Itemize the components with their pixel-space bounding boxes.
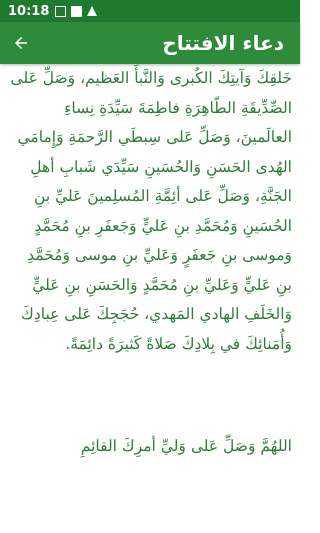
back-button[interactable] (10, 32, 32, 54)
prayer-text-content[interactable]: خَلقِكَ وَآيتِكَ الكُبرى وَالنَّبأَ العَ… (0, 64, 300, 533)
page-title: دعاء الافتتاح (162, 31, 284, 55)
prayer-paragraph: اللهُمَّ وَصَلِّ عَلى وَليِّ أمرِكَ القا… (80, 437, 292, 455)
app-bar: دعاء الافتتاح (0, 22, 300, 64)
prayer-paragraph: خَلقِكَ وَآيتِكَ الكُبرى وَالنَّبأَ العَ… (10, 69, 292, 353)
status-time: 10:18 (8, 3, 50, 19)
arrow-left-icon (15, 37, 27, 49)
square-icon (55, 5, 67, 17)
status-bar: 10:18 (0, 0, 300, 22)
alert-icon (87, 6, 98, 16)
play-icon (71, 5, 83, 17)
